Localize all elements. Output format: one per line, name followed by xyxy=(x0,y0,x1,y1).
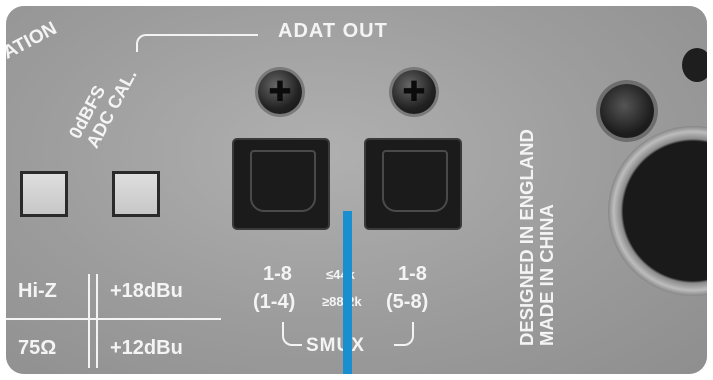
label-adat-out: ADAT OUT xyxy=(278,20,388,42)
top-screw xyxy=(682,48,707,82)
rate-high: ≥88.2k xyxy=(322,294,362,309)
label-designed: DESIGNED IN ENGLAND MADE IN CHINA xyxy=(516,129,558,346)
port2-channels: 1-8 xyxy=(398,263,427,285)
xlr-connector[interactable] xyxy=(608,126,707,296)
port1-smux: (1-4) xyxy=(253,291,296,313)
screw-cross-icon: ✚ xyxy=(402,76,426,107)
label-hiz: Hi-Z xyxy=(18,280,57,302)
label-adc-cal: 0dBFS ADC CAL. xyxy=(64,56,141,151)
adat-port-1[interactable] xyxy=(234,140,328,228)
photo-frame: ATION 0dBFS ADC CAL. ADAT OUT ✚ ✚ 1-8 (1… xyxy=(6,6,707,374)
adat-port-2[interactable] xyxy=(366,140,460,228)
accent-line xyxy=(343,211,352,374)
label-smux: SMUX xyxy=(306,335,365,356)
smux-bracket-right xyxy=(394,322,414,346)
xlr-screw xyxy=(600,84,654,138)
label-designed-line1: DESIGNED IN ENGLAND xyxy=(516,129,537,346)
screw-cross-icon: ✚ xyxy=(268,76,292,107)
label-dbu-low: +12dBu xyxy=(110,337,183,359)
optical-socket xyxy=(250,150,316,212)
adc-cal-button[interactable] xyxy=(112,171,160,217)
divider-right xyxy=(96,274,98,368)
optical-socket xyxy=(382,150,448,212)
smux-bracket-left xyxy=(282,322,302,346)
adat-out-bracket xyxy=(136,34,258,52)
device-panel: ATION 0dBFS ADC CAL. ADAT OUT ✚ ✚ 1-8 (1… xyxy=(6,6,707,374)
port2-smux: (5-8) xyxy=(386,291,429,313)
label-dbu-high: +18dBu xyxy=(110,280,183,302)
screw-right: ✚ xyxy=(392,70,436,114)
label-ohm: 75Ω xyxy=(18,337,57,359)
port1-channels: 1-8 xyxy=(263,263,292,285)
divider-horizontal xyxy=(6,318,221,320)
label-designed-line2: MADE IN CHINA xyxy=(536,204,558,346)
calibration-button[interactable] xyxy=(20,171,68,217)
divider-left xyxy=(88,274,90,368)
screw-left: ✚ xyxy=(258,70,302,114)
label-ation: ATION xyxy=(6,18,61,64)
